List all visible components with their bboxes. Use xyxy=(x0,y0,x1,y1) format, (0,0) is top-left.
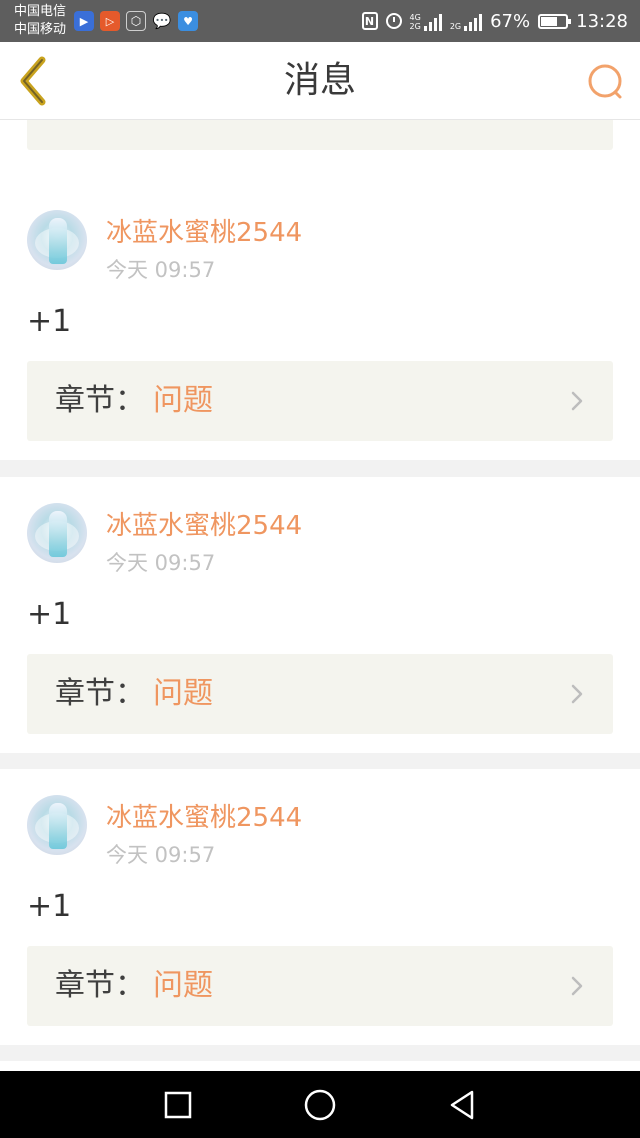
app-header: 消息 xyxy=(0,42,640,120)
triangle-back-icon xyxy=(450,1090,474,1120)
chapter-label: 章节： xyxy=(55,676,145,711)
username[interactable]: 冰蓝水蜜桃2544 xyxy=(106,505,302,542)
message-list[interactable]: ━━━━━━━━ 冰蓝水蜜桃2544 今天 09:57 +1 章节： 问题 冰蓝… xyxy=(0,120,640,1071)
chapter-label: 章节： xyxy=(55,968,145,1003)
timestamp: 今天 09:57 xyxy=(106,551,216,575)
clock: 13:28 xyxy=(576,10,628,32)
chapter-value: 问题 xyxy=(153,676,213,711)
search-button[interactable] xyxy=(586,62,626,102)
back-nav-button[interactable] xyxy=(444,1087,480,1123)
chapter-value: 问题 xyxy=(153,968,213,1003)
play-app-icon: ▷ xyxy=(100,11,120,31)
username[interactable]: 冰蓝水蜜桃2544 xyxy=(106,797,302,834)
chapter-value: 问题 xyxy=(153,383,213,418)
recent-apps-button[interactable] xyxy=(160,1087,196,1123)
avatar[interactable] xyxy=(27,503,87,563)
chapter-link[interactable]: 章节： 问题 xyxy=(27,654,613,734)
circle-icon xyxy=(304,1089,336,1121)
signal-4g-icon: 4G 2G xyxy=(410,11,442,31)
chapter-label: 章节： xyxy=(55,383,145,418)
network-type-label: 4G 2G xyxy=(410,13,421,31)
chapter-link[interactable]: 章节： 问题 xyxy=(27,361,613,441)
chapter-value: ━━━━━━━━ xyxy=(55,120,190,125)
video-app-icon: ▶ xyxy=(74,11,94,31)
message-card: 冰蓝水蜜桃2544 今天 09:57 +1 章节： 问题 xyxy=(0,769,640,1045)
chevron-right-icon xyxy=(571,684,583,704)
message-card: 冰蓝水蜜桃2544 今天 09:57 +1 章节： 问题 xyxy=(0,184,640,460)
hex-app-icon: ⬡ xyxy=(126,11,146,31)
search-icon xyxy=(588,64,622,99)
nfc-icon: N xyxy=(361,12,378,30)
message-text: +1 xyxy=(27,304,72,339)
carrier-info: 中国电信 中国移动 xyxy=(14,3,66,39)
network-label: 2G xyxy=(449,22,462,31)
network-type-label: 2G xyxy=(450,22,461,31)
message-card: 冰蓝水蜜桃2544 今天 09:57 +1 章节： 问题 xyxy=(0,477,640,753)
battery-percent: 67% xyxy=(490,10,531,32)
alarm-icon xyxy=(385,13,402,29)
timestamp: 今天 09:57 xyxy=(106,258,216,282)
message-card-partial xyxy=(0,1061,640,1071)
battery-icon xyxy=(538,13,572,29)
signal-2g-icon: 2G xyxy=(450,11,483,31)
chevron-right-icon xyxy=(571,391,583,411)
carrier-name: 中国电信 xyxy=(14,4,67,19)
timestamp: 今天 09:57 xyxy=(106,843,216,867)
navigation-bar xyxy=(0,1071,640,1138)
home-button[interactable] xyxy=(302,1087,338,1123)
chapter-row-partial[interactable]: ━━━━━━━━ xyxy=(27,120,613,150)
chevron-right-icon xyxy=(571,976,583,996)
status-bar: 中国电信 中国移动 ▶ ▷ ⬡ 💬 ♥ N 4G 2G 2G 67% 13:28 xyxy=(0,0,640,42)
heart-app-icon: ♥ xyxy=(178,11,198,31)
avatar[interactable] xyxy=(27,795,87,855)
network-label: 4G xyxy=(409,13,421,22)
message-text: +1 xyxy=(27,597,72,632)
chapter-link[interactable]: 章节： 问题 xyxy=(27,946,613,1026)
network-label: 2G xyxy=(409,22,421,31)
wechat-icon: 💬 xyxy=(152,11,172,30)
avatar[interactable] xyxy=(27,210,87,270)
status-indicators: N 4G 2G 2G 67% 13:28 xyxy=(361,0,628,42)
square-icon xyxy=(164,1091,192,1119)
notification-icons: ▶ ▷ ⬡ 💬 ♥ xyxy=(74,11,198,31)
username[interactable]: 冰蓝水蜜桃2544 xyxy=(106,212,302,249)
page-title: 消息 xyxy=(283,60,356,101)
carrier-name: 中国移动 xyxy=(14,22,67,37)
message-text: +1 xyxy=(27,889,72,924)
